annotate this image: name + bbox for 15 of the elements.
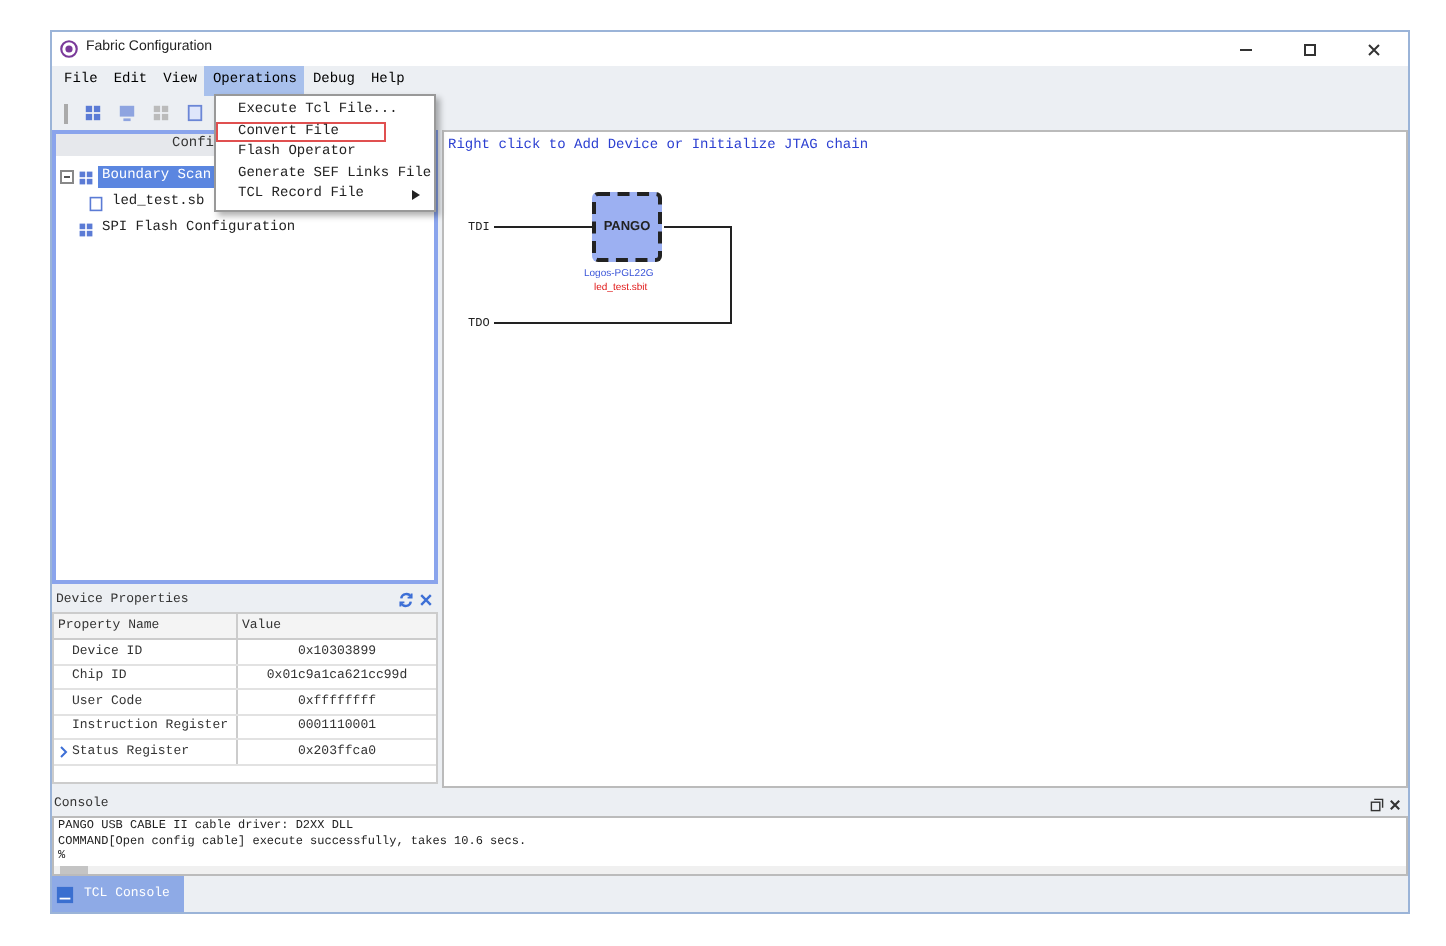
horizontal-scrollbar[interactable] — [54, 866, 1406, 874]
console-icon — [56, 885, 74, 903]
float-icon[interactable] — [1370, 797, 1384, 811]
maximize-button[interactable] — [1300, 39, 1320, 59]
scan-chain-icon[interactable] — [84, 104, 102, 122]
file-icon — [88, 195, 104, 211]
close-button[interactable] — [1364, 39, 1384, 59]
collapse-toggle-icon[interactable] — [60, 170, 74, 184]
chain-icon — [78, 221, 94, 237]
chevron-icon[interactable] — [60, 745, 68, 758]
document-icon[interactable] — [186, 104, 204, 122]
refresh-icon[interactable] — [398, 591, 414, 607]
chain-icon — [78, 169, 94, 185]
close-icon[interactable] — [1388, 797, 1402, 811]
app-icon — [60, 40, 78, 58]
